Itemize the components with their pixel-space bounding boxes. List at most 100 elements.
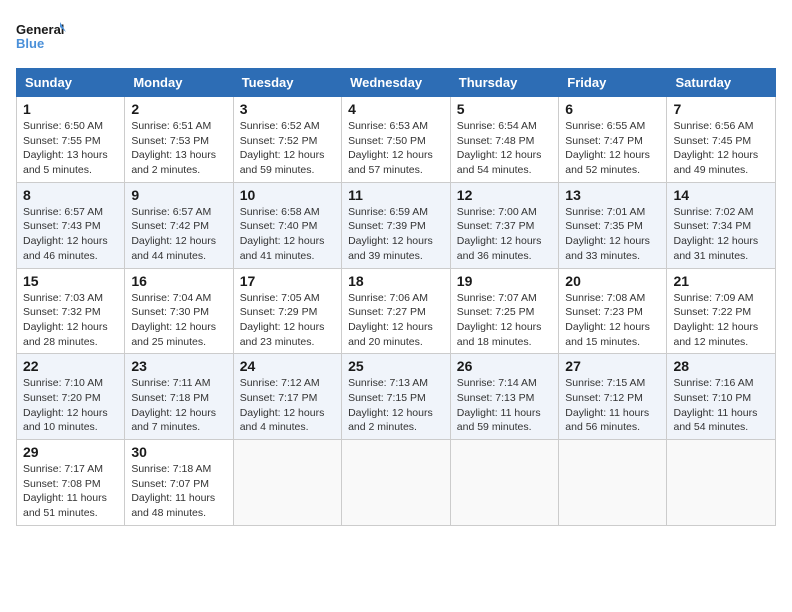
logo: General Blue (16, 16, 66, 56)
day-cell: 25 Sunrise: 7:13 AM Sunset: 7:15 PM Dayli… (342, 354, 451, 440)
day-number: 27 (565, 358, 660, 374)
day-number: 3 (240, 101, 335, 117)
day-cell: 13 Sunrise: 7:01 AM Sunset: 7:35 PM Dayli… (559, 182, 667, 268)
day-info: Sunrise: 6:54 AM Sunset: 7:48 PM Dayligh… (457, 119, 553, 178)
day-number: 24 (240, 358, 335, 374)
day-info: Sunrise: 7:06 AM Sunset: 7:27 PM Dayligh… (348, 291, 444, 350)
day-cell: 7 Sunrise: 6:56 AM Sunset: 7:45 PM Daylig… (667, 97, 776, 183)
day-cell: 14 Sunrise: 7:02 AM Sunset: 7:34 PM Dayli… (667, 182, 776, 268)
day-cell: 21 Sunrise: 7:09 AM Sunset: 7:22 PM Dayli… (667, 268, 776, 354)
day-cell: 28 Sunrise: 7:16 AM Sunset: 7:10 PM Dayli… (667, 354, 776, 440)
day-cell (342, 440, 451, 526)
day-cell: 17 Sunrise: 7:05 AM Sunset: 7:29 PM Dayli… (233, 268, 341, 354)
day-info: Sunrise: 7:00 AM Sunset: 7:37 PM Dayligh… (457, 205, 553, 264)
day-info: Sunrise: 6:55 AM Sunset: 7:47 PM Dayligh… (565, 119, 660, 178)
svg-text:Blue: Blue (16, 36, 44, 51)
day-cell (667, 440, 776, 526)
day-cell: 11Sunrise: 6:59 AM Sunset: 7:39 PM Dayli… (342, 182, 451, 268)
day-cell: 9 Sunrise: 6:57 AM Sunset: 7:42 PM Daylig… (125, 182, 233, 268)
day-info: Sunrise: 7:09 AM Sunset: 7:22 PM Dayligh… (673, 291, 769, 350)
day-number: 22 (23, 358, 118, 374)
day-info: Sunrise: 7:10 AM Sunset: 7:20 PM Dayligh… (23, 376, 118, 435)
week-row-5: 29 Sunrise: 7:17 AM Sunset: 7:08 PM Dayli… (17, 440, 776, 526)
day-cell: 2Sunrise: 6:51 AM Sunset: 7:53 PM Daylig… (125, 97, 233, 183)
day-cell (233, 440, 341, 526)
day-number: 21 (673, 273, 769, 289)
day-cell: 4 Sunrise: 6:53 AM Sunset: 7:50 PM Daylig… (342, 97, 451, 183)
logo-svg: General Blue (16, 16, 66, 56)
day-number: 4 (348, 101, 444, 117)
day-number: 8 (23, 187, 118, 203)
weekday-header-monday: Monday (125, 69, 233, 97)
day-cell: 8 Sunrise: 6:57 AM Sunset: 7:43 PM Daylig… (17, 182, 125, 268)
day-number: 17 (240, 273, 335, 289)
day-cell: 19Sunrise: 7:07 AM Sunset: 7:25 PM Dayli… (450, 268, 559, 354)
day-number: 15 (23, 273, 118, 289)
day-number: 13 (565, 187, 660, 203)
day-number: 5 (457, 101, 553, 117)
week-row-1: 1 Sunrise: 6:50 AM Sunset: 7:55 PM Daylig… (17, 97, 776, 183)
day-cell (450, 440, 559, 526)
day-number: 30 (131, 444, 226, 460)
weekday-header-wednesday: Wednesday (342, 69, 451, 97)
day-number: 10 (240, 187, 335, 203)
day-info: Sunrise: 7:14 AM Sunset: 7:13 PM Dayligh… (457, 376, 553, 435)
day-info: Sunrise: 6:52 AM Sunset: 7:52 PM Dayligh… (240, 119, 335, 178)
weekday-header-row: SundayMondayTuesdayWednesdayThursdayFrid… (17, 69, 776, 97)
day-info: Sunrise: 7:18 AM Sunset: 7:07 PM Dayligh… (131, 462, 226, 521)
page-header: General Blue (16, 16, 776, 56)
day-info: Sunrise: 7:13 AM Sunset: 7:15 PM Dayligh… (348, 376, 444, 435)
day-number: 12 (457, 187, 553, 203)
week-row-3: 15 Sunrise: 7:03 AM Sunset: 7:32 PM Dayli… (17, 268, 776, 354)
day-cell: 29 Sunrise: 7:17 AM Sunset: 7:08 PM Dayli… (17, 440, 125, 526)
day-info: Sunrise: 7:17 AM Sunset: 7:08 PM Dayligh… (23, 462, 118, 521)
day-number: 14 (673, 187, 769, 203)
day-cell: 20 Sunrise: 7:08 AM Sunset: 7:23 PM Dayli… (559, 268, 667, 354)
weekday-header-saturday: Saturday (667, 69, 776, 97)
day-cell: 27Sunrise: 7:15 AM Sunset: 7:12 PM Dayli… (559, 354, 667, 440)
day-number: 20 (565, 273, 660, 289)
day-info: Sunrise: 6:53 AM Sunset: 7:50 PM Dayligh… (348, 119, 444, 178)
calendar-table: SundayMondayTuesdayWednesdayThursdayFrid… (16, 68, 776, 526)
week-row-4: 22 Sunrise: 7:10 AM Sunset: 7:20 PM Dayli… (17, 354, 776, 440)
day-number: 6 (565, 101, 660, 117)
day-number: 18 (348, 273, 444, 289)
day-cell: 5 Sunrise: 6:54 AM Sunset: 7:48 PM Daylig… (450, 97, 559, 183)
day-info: Sunrise: 7:16 AM Sunset: 7:10 PM Dayligh… (673, 376, 769, 435)
day-number: 2 (131, 101, 226, 117)
weekday-header-friday: Friday (559, 69, 667, 97)
day-info: Sunrise: 6:57 AM Sunset: 7:43 PM Dayligh… (23, 205, 118, 264)
day-info: Sunrise: 6:57 AM Sunset: 7:42 PM Dayligh… (131, 205, 226, 264)
day-info: Sunrise: 7:03 AM Sunset: 7:32 PM Dayligh… (23, 291, 118, 350)
day-cell: 1 Sunrise: 6:50 AM Sunset: 7:55 PM Daylig… (17, 97, 125, 183)
weekday-header-tuesday: Tuesday (233, 69, 341, 97)
day-info: Sunrise: 7:02 AM Sunset: 7:34 PM Dayligh… (673, 205, 769, 264)
day-number: 28 (673, 358, 769, 374)
day-cell: 30 Sunrise: 7:18 AM Sunset: 7:07 PM Dayli… (125, 440, 233, 526)
day-cell: 24 Sunrise: 7:12 AM Sunset: 7:17 PM Dayli… (233, 354, 341, 440)
day-number: 19 (457, 273, 553, 289)
day-number: 9 (131, 187, 226, 203)
day-cell: 15 Sunrise: 7:03 AM Sunset: 7:32 PM Dayli… (17, 268, 125, 354)
svg-text:General: General (16, 22, 64, 37)
day-cell: 6 Sunrise: 6:55 AM Sunset: 7:47 PM Daylig… (559, 97, 667, 183)
day-cell: 22 Sunrise: 7:10 AM Sunset: 7:20 PM Dayli… (17, 354, 125, 440)
week-row-2: 8 Sunrise: 6:57 AM Sunset: 7:43 PM Daylig… (17, 182, 776, 268)
day-info: Sunrise: 7:08 AM Sunset: 7:23 PM Dayligh… (565, 291, 660, 350)
day-number: 1 (23, 101, 118, 117)
day-info: Sunrise: 6:56 AM Sunset: 7:45 PM Dayligh… (673, 119, 769, 178)
day-info: Sunrise: 7:12 AM Sunset: 7:17 PM Dayligh… (240, 376, 335, 435)
day-info: Sunrise: 6:58 AM Sunset: 7:40 PM Dayligh… (240, 205, 335, 264)
day-info: Sunrise: 7:04 AM Sunset: 7:30 PM Dayligh… (131, 291, 226, 350)
weekday-header-sunday: Sunday (17, 69, 125, 97)
day-number: 7 (673, 101, 769, 117)
day-info: Sunrise: 6:50 AM Sunset: 7:55 PM Dayligh… (23, 119, 118, 178)
day-number: 29 (23, 444, 118, 460)
day-info: Sunrise: 7:05 AM Sunset: 7:29 PM Dayligh… (240, 291, 335, 350)
day-number: 25 (348, 358, 444, 374)
day-cell: 16 Sunrise: 7:04 AM Sunset: 7:30 PM Dayli… (125, 268, 233, 354)
weekday-header-thursday: Thursday (450, 69, 559, 97)
day-number: 16 (131, 273, 226, 289)
day-info: Sunrise: 7:01 AM Sunset: 7:35 PM Dayligh… (565, 205, 660, 264)
day-number: 23 (131, 358, 226, 374)
